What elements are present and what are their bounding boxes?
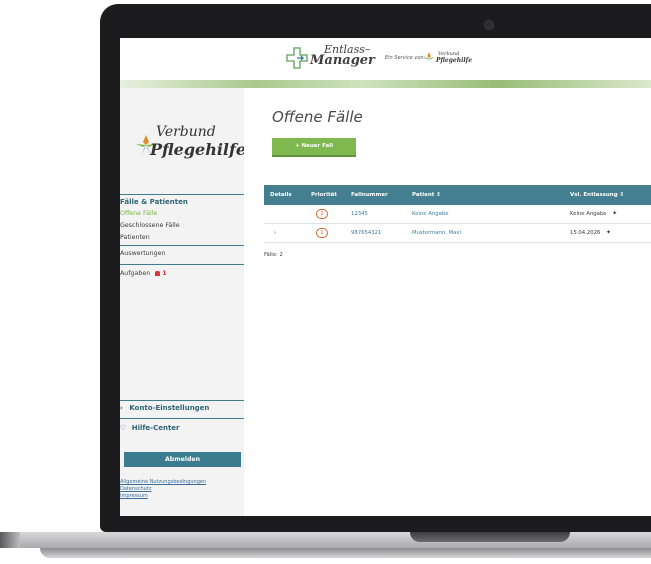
patient-name[interactable]: Mustermann, Maxi — [412, 224, 461, 242]
chevron-right-icon: › — [120, 404, 123, 412]
table-header: Details Priorität Fallnummer Patient ⇕ V… — [264, 185, 651, 205]
sidebar-section-cases[interactable]: Fälle & Patienten — [120, 198, 188, 206]
link-terms[interactable]: Allgemeine Nutzungsbedingungen — [120, 479, 206, 485]
patient-name[interactable]: Keine Angabe — [412, 205, 448, 223]
app-title: Entlass– Manager — [310, 44, 375, 68]
alarm-bell-icon — [155, 270, 161, 276]
entlass-manager-logo-icon — [286, 47, 308, 69]
account-label: Konto-Einstellungen — [129, 404, 210, 412]
laptop-base — [0, 532, 651, 564]
sidebar-item-open-cases[interactable]: Offene Fälle — [120, 210, 157, 217]
logout-button[interactable]: Abmelden — [124, 452, 241, 467]
column-patient[interactable]: Patient ⇕ — [412, 185, 441, 205]
divider — [120, 194, 244, 195]
link-imprint[interactable]: Impressum — [120, 493, 148, 499]
header-stripe — [120, 80, 651, 88]
sidebar-logo-line2: Pflegehilfe — [150, 140, 247, 159]
laptop-base-edge — [0, 532, 20, 548]
expand-chevron-icon[interactable]: › — [274, 224, 276, 242]
sparkle-icon[interactable]: ✦ — [606, 224, 611, 242]
divider — [120, 245, 244, 246]
case-number[interactable]: 12345 — [351, 205, 368, 223]
sidebar-logo: Verbund Pflegehilfe — [134, 124, 246, 164]
discharge-date: Keine Angabe ✦ — [570, 205, 617, 223]
help-icon: ♡ — [120, 424, 127, 432]
sidebar-item-tasks[interactable]: Aufgaben 1 — [120, 270, 167, 277]
column-case-number[interactable]: Fallnummer — [351, 185, 388, 205]
discharge-date: 15.04.2026 ✦ — [570, 224, 611, 242]
screen: Entlass– Manager Ein Service von: Verbun… — [120, 38, 651, 516]
service-text: Ein Service von: — [385, 55, 426, 61]
sidebar-item-help[interactable]: ♡ Hilfe-Center — [120, 424, 180, 432]
sidebar: Verbund Pflegehilfe Fälle & Patienten Of… — [120, 88, 246, 516]
new-case-button[interactable]: + Neuer Fall — [272, 138, 356, 157]
column-details: Details — [270, 192, 292, 198]
help-label: Hilfe-Center — [131, 424, 180, 432]
webcam — [484, 20, 494, 30]
sidebar-item-patients[interactable]: Patienten — [120, 234, 150, 241]
discharge-date-value: 15.04.2026 — [570, 230, 601, 236]
laptop-base-bottom — [40, 548, 651, 558]
table-row[interactable]: 2 12345 Keine Angabe Keine Angabe ✦ — [264, 205, 651, 224]
sidebar-item-closed-cases[interactable]: Geschlossene Fälle — [120, 222, 180, 229]
case-number[interactable]: 987654321 — [351, 224, 381, 242]
table-row[interactable]: › 1 987654321 Mustermann, Maxi 15.04.202… — [264, 224, 651, 243]
divider — [120, 400, 244, 401]
tasks-count-badge: 1 — [162, 270, 167, 277]
sparkle-icon[interactable]: ✦ — [612, 205, 617, 223]
column-priority[interactable]: Priorität — [311, 185, 337, 205]
sidebar-item-tasks-label: Aufgaben — [120, 270, 151, 277]
main-content: Offene Fälle + Neuer Fall Details Priori… — [244, 88, 651, 516]
sidebar-logo-line1: Verbund — [156, 124, 216, 140]
brand-star-icon — [423, 52, 435, 64]
case-count: Fälle: 2 — [264, 252, 283, 258]
app-header: Entlass– Manager Ein Service von: Verbun… — [120, 38, 651, 80]
discharge-date-value: Keine Angabe — [570, 211, 607, 217]
brand-line2: Pflegehilfe — [436, 57, 473, 64]
divider — [120, 418, 244, 419]
column-discharge[interactable]: Vsl. Entlassung ⇕ — [570, 185, 624, 205]
page-title: Offene Fälle — [272, 108, 363, 126]
link-privacy[interactable]: Datenschutz — [120, 486, 151, 492]
sidebar-item-reports[interactable]: Auswertungen — [120, 250, 166, 257]
laptop-notch — [410, 532, 570, 542]
sidebar-item-account[interactable]: › Konto-Einstellungen — [120, 404, 209, 412]
priority-badge: 1 — [316, 228, 328, 238]
app-title-line2: Manager — [310, 53, 375, 68]
divider — [120, 264, 244, 265]
priority-badge: 2 — [316, 209, 328, 219]
